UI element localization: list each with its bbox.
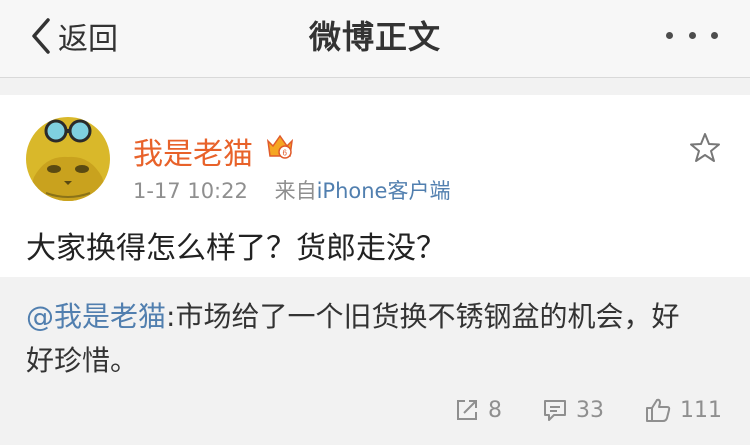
repost-count: 8 [488,397,502,423]
comment-icon [544,400,566,421]
thumbs-up-icon [646,398,671,422]
page-title: 微博正文 [308,18,441,56]
more-dot-icon [666,31,673,39]
comment-count: 33 [576,397,604,423]
star-icon[interactable] [688,131,722,165]
like-button[interactable]: 111 [644,397,722,423]
repost-icon [457,400,477,420]
retweet-content: @我是老猫:市场给了一个旧货换不锈钢盆的机会，好好珍惜。 [26,295,706,383]
like-count: 111 [680,397,722,423]
post-section: 我是老猫 6 1-17 10:22 来自iPhone客户端 大家换得怎么样了？货… [0,95,750,277]
weibo-card: 我是老猫 6 1-17 10:22 来自iPhone客户端 大家换得怎么样了？货… [0,95,750,445]
post-meta: 1-17 10:22 来自iPhone客户端 [133,175,450,205]
username[interactable]: 我是老猫 [133,129,253,173]
source-link[interactable]: iPhone客户端 [317,179,451,203]
more-button[interactable] [666,20,718,50]
nav-bar: 返回 微博正文 [0,0,750,78]
more-dot-icon [688,31,696,39]
mention-link[interactable]: @我是老猫 [26,300,166,333]
vip-crown-icon[interactable]: 6 [265,132,295,162]
retweet-section[interactable]: @我是老猫:市场给了一个旧货换不锈钢盆的机会，好好珍惜。 8 33 111 [0,277,750,445]
source-prefix: 来自 [274,179,317,203]
comment-button[interactable]: 33 [542,397,604,423]
post-time: 1-17 10:22 [133,179,248,203]
more-dot-icon [711,31,718,39]
svg-text:6: 6 [283,149,288,158]
post-text: 大家换得怎么样了？货郎走没？ [26,231,446,266]
action-bar: 8 33 111 [454,397,722,423]
avatar[interactable] [26,117,110,201]
repost-button[interactable]: 8 [454,397,502,423]
